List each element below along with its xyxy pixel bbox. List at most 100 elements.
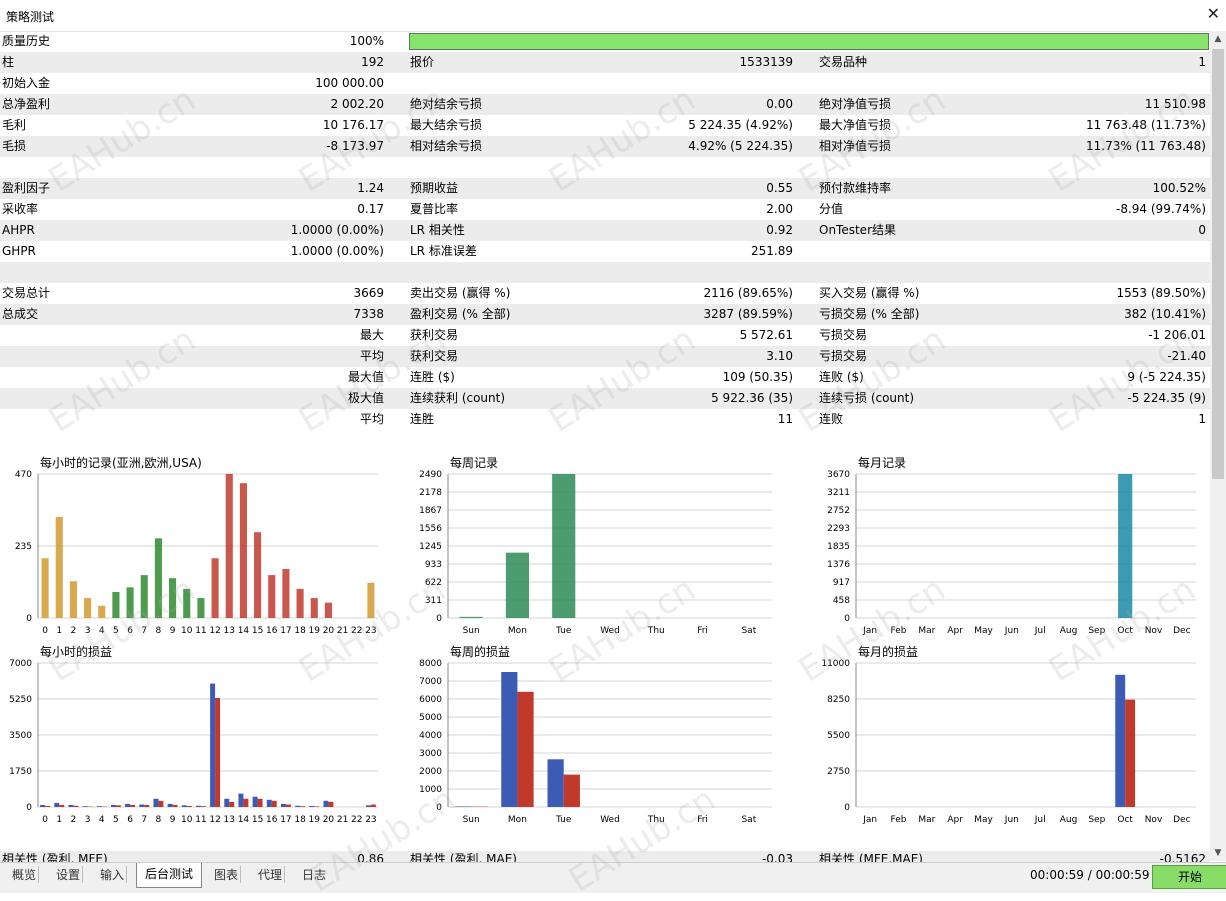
stat-value: 5 224.35 (4.92%) xyxy=(688,118,793,133)
stat-label: 亏损交易 (% 全部) xyxy=(819,307,919,322)
stat-value: 2.00 xyxy=(766,202,793,217)
stat-label: 分值 xyxy=(819,202,843,217)
y-tick-label: 2750 xyxy=(827,767,850,777)
stat-value: 192 xyxy=(361,55,384,70)
tab-overview[interactable]: 概览 xyxy=(10,866,39,883)
y-tick-label: 5500 xyxy=(827,731,850,741)
stat-label: 交易品种 xyxy=(819,55,867,70)
stat-value: 5 572.61 xyxy=(740,328,793,343)
chart-svg: 027505500825011000JanFebMarAprMayJunJulA… xyxy=(0,641,1210,831)
stat-value: 1 xyxy=(1198,412,1206,427)
stat-value: 11 763.48 (11.73%) xyxy=(1086,118,1206,133)
stat-label: 连胜 xyxy=(410,412,434,427)
tab-backtest[interactable]: 后台测试 xyxy=(136,863,202,888)
tab-settings[interactable]: 设置 xyxy=(54,866,83,883)
stat-value: 0 xyxy=(1198,223,1206,238)
x-tick-label: May xyxy=(974,815,993,825)
stat-value: 100 000.00 xyxy=(315,76,384,91)
stat-label: 连胜 ($) xyxy=(410,370,455,385)
bar xyxy=(1125,700,1135,807)
x-tick-label: Jun xyxy=(1004,815,1019,825)
y-tick-label: 3211 xyxy=(827,488,850,498)
stat-label: 初始入金 xyxy=(2,76,50,91)
stat-value: 1.0000 (0.00%) xyxy=(291,223,384,238)
y-tick-label: 0 xyxy=(844,614,850,624)
stat-value: 382 (10.41%) xyxy=(1124,307,1206,322)
stat-label: 最大结余亏损 xyxy=(410,118,482,133)
y-tick-label: 1835 xyxy=(827,542,850,552)
close-icon[interactable]: ✕ xyxy=(1207,4,1220,23)
stat-value: 3669 xyxy=(353,286,384,301)
x-tick-label: Sep xyxy=(1088,626,1105,636)
tab-agents[interactable]: 代理 xyxy=(256,866,285,883)
x-tick-label: Sep xyxy=(1088,815,1105,825)
vertical-scrollbar[interactable]: ▲ ▼ xyxy=(1210,31,1226,861)
stats-row xyxy=(0,157,1210,178)
stats-row: 平均获利交易3.10亏损交易-21.40 xyxy=(0,346,1210,367)
tab-inputs[interactable]: 输入 xyxy=(98,866,127,883)
stat-value: 7338 xyxy=(353,307,384,322)
stat-label: 夏普比率 xyxy=(410,202,458,217)
stat-value: 平均 xyxy=(360,412,384,427)
start-button[interactable]: 开始 xyxy=(1152,865,1226,889)
window-title: 策略测试 xyxy=(6,8,54,25)
stat-value: 9 (-5 224.35) xyxy=(1127,370,1206,385)
stat-value: 极大值 xyxy=(348,391,384,406)
stat-label: 最大净值亏损 xyxy=(819,118,891,133)
x-tick-label: Jan xyxy=(862,815,877,825)
stat-value: -5 224.35 (9) xyxy=(1127,391,1206,406)
stat-label: 盈利因子 xyxy=(2,181,50,196)
stat-value: 3.10 xyxy=(766,349,793,364)
stat-value: 11 510.98 xyxy=(1145,97,1206,112)
quality-value: 100% xyxy=(350,34,384,49)
y-tick-label: 1376 xyxy=(827,560,850,570)
x-tick-label: Aug xyxy=(1060,815,1078,825)
y-tick-label: 458 xyxy=(833,596,850,606)
stat-label: OnTester结果 xyxy=(819,223,896,238)
stat-label: 亏损交易 xyxy=(819,349,867,364)
y-tick-label: 3670 xyxy=(827,470,850,480)
stat-value: 100.52% xyxy=(1153,181,1206,196)
x-tick-label: Dec xyxy=(1173,815,1190,825)
stat-value: 0.55 xyxy=(766,181,793,196)
stat-value: 1.0000 (0.00%) xyxy=(291,244,384,259)
stat-label: LR 相关性 xyxy=(410,223,465,238)
x-tick-label: Apr xyxy=(947,815,963,825)
stat-label: 盈利交易 (% 全部) xyxy=(410,307,510,322)
x-tick-label: Nov xyxy=(1145,815,1163,825)
stat-value: 4.92% (5 224.35) xyxy=(688,139,793,154)
stat-label: 绝对净值亏损 xyxy=(819,97,891,112)
tab-journal[interactable]: 日志 xyxy=(300,866,328,883)
stats-row: 采收率0.17夏普比率2.00分值-8.94 (99.74%) xyxy=(0,199,1210,220)
stats-row: 交易总计3669卖出交易 (赢得 %)2116 (89.65%)买入交易 (赢得… xyxy=(0,283,1210,304)
x-tick-label: Nov xyxy=(1145,626,1163,636)
scroll-down-icon[interactable]: ▼ xyxy=(1210,845,1226,861)
stat-label: 相对净值亏损 xyxy=(819,139,891,154)
stat-label: 获利交易 xyxy=(410,328,458,343)
stat-value: 3287 (89.59%) xyxy=(704,307,793,322)
stat-label: AHPR xyxy=(2,223,35,238)
x-tick-label: Oct xyxy=(1117,815,1133,825)
quality-progress-bar xyxy=(409,33,1209,50)
y-tick-label: 8250 xyxy=(827,695,850,705)
y-tick-label: 11000 xyxy=(821,659,850,669)
stat-label: 毛损 xyxy=(2,139,26,154)
x-tick-label: Oct xyxy=(1117,626,1133,636)
stat-value: 5 922.36 (35) xyxy=(711,391,793,406)
x-tick-label: Apr xyxy=(947,626,963,636)
bottom-tabbar: 概览 设置 输入 后台测试 图表 代理 日志 00:00:59 / 00:00:… xyxy=(0,862,1226,893)
scroll-up-icon[interactable]: ▲ xyxy=(1210,31,1226,47)
tab-graph[interactable]: 图表 xyxy=(212,866,241,883)
x-tick-label: Jun xyxy=(1004,626,1019,636)
chart-5: 每月的损益027505500825011000JanFebMarAprMayJu… xyxy=(0,641,1210,831)
scrollbar-thumb[interactable] xyxy=(1212,49,1224,479)
x-tick-label: May xyxy=(974,626,993,636)
stat-value: 2 002.20 xyxy=(331,97,384,112)
stats-row: 盈利因子1.24预期收益0.55预付款维持率100.52% xyxy=(0,178,1210,199)
quality-row: 质量历史 100% xyxy=(0,31,1210,52)
stat-label: 柱 xyxy=(2,55,14,70)
window-titlebar: 策略测试 ✕ xyxy=(0,0,1226,32)
stat-value: 109 (50.35) xyxy=(723,370,793,385)
x-tick-label: Jul xyxy=(1034,815,1046,825)
stats-row: 最大值连胜 ($)109 (50.35)连败 ($)9 (-5 224.35) xyxy=(0,367,1210,388)
